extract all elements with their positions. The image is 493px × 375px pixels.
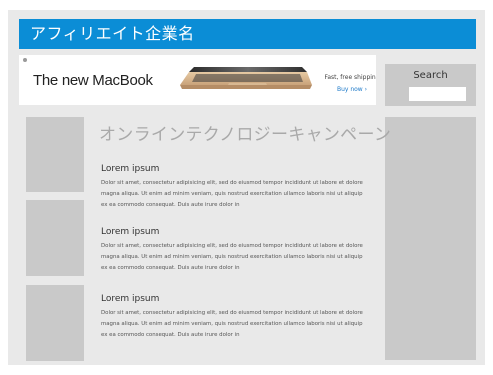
search-label: Search (413, 70, 448, 81)
site-header: アフィリエイト企業名 (19, 19, 476, 49)
banner-headline: The new MacBook (33, 72, 153, 89)
left-sidebar-block (26, 200, 84, 276)
article-body: Dolor sit amet, consectetur adipisicing … (101, 310, 363, 338)
page-title: オンラインテクノロジーキャンペーン (99, 125, 392, 145)
site-title[interactable]: アフィリエイト企業名 (30, 23, 195, 45)
article-heading[interactable]: Lorem ipsum (101, 163, 383, 175)
ad-banner[interactable]: The new MacBook Fast, free shipping Buy … (19, 55, 376, 105)
article-heading[interactable]: Lorem ipsum (101, 293, 383, 305)
search-input[interactable] (409, 87, 466, 101)
buy-now-link[interactable]: Buy now › (322, 86, 376, 94)
article-body: Dolor sit amet, consectetur adipisicing … (101, 243, 363, 271)
article: Lorem ipsum Dolor sit amet, consectetur … (101, 163, 383, 211)
article-heading[interactable]: Lorem ipsum (101, 226, 383, 238)
left-sidebar-block (26, 117, 84, 192)
left-sidebar-block (26, 285, 84, 361)
ad-choice-icon[interactable] (23, 58, 27, 62)
search-widget: Search (385, 64, 476, 106)
laptop-image (180, 67, 312, 89)
article-body: Dolor sit amet, consectetur adipisicing … (101, 180, 363, 208)
article: Lorem ipsum Dolor sit amet, consectetur … (101, 226, 383, 274)
banner-shipping-text: Fast, free shipping (324, 74, 376, 81)
article: Lorem ipsum Dolor sit amet, consectetur … (101, 293, 383, 341)
right-sidebar (385, 117, 476, 360)
